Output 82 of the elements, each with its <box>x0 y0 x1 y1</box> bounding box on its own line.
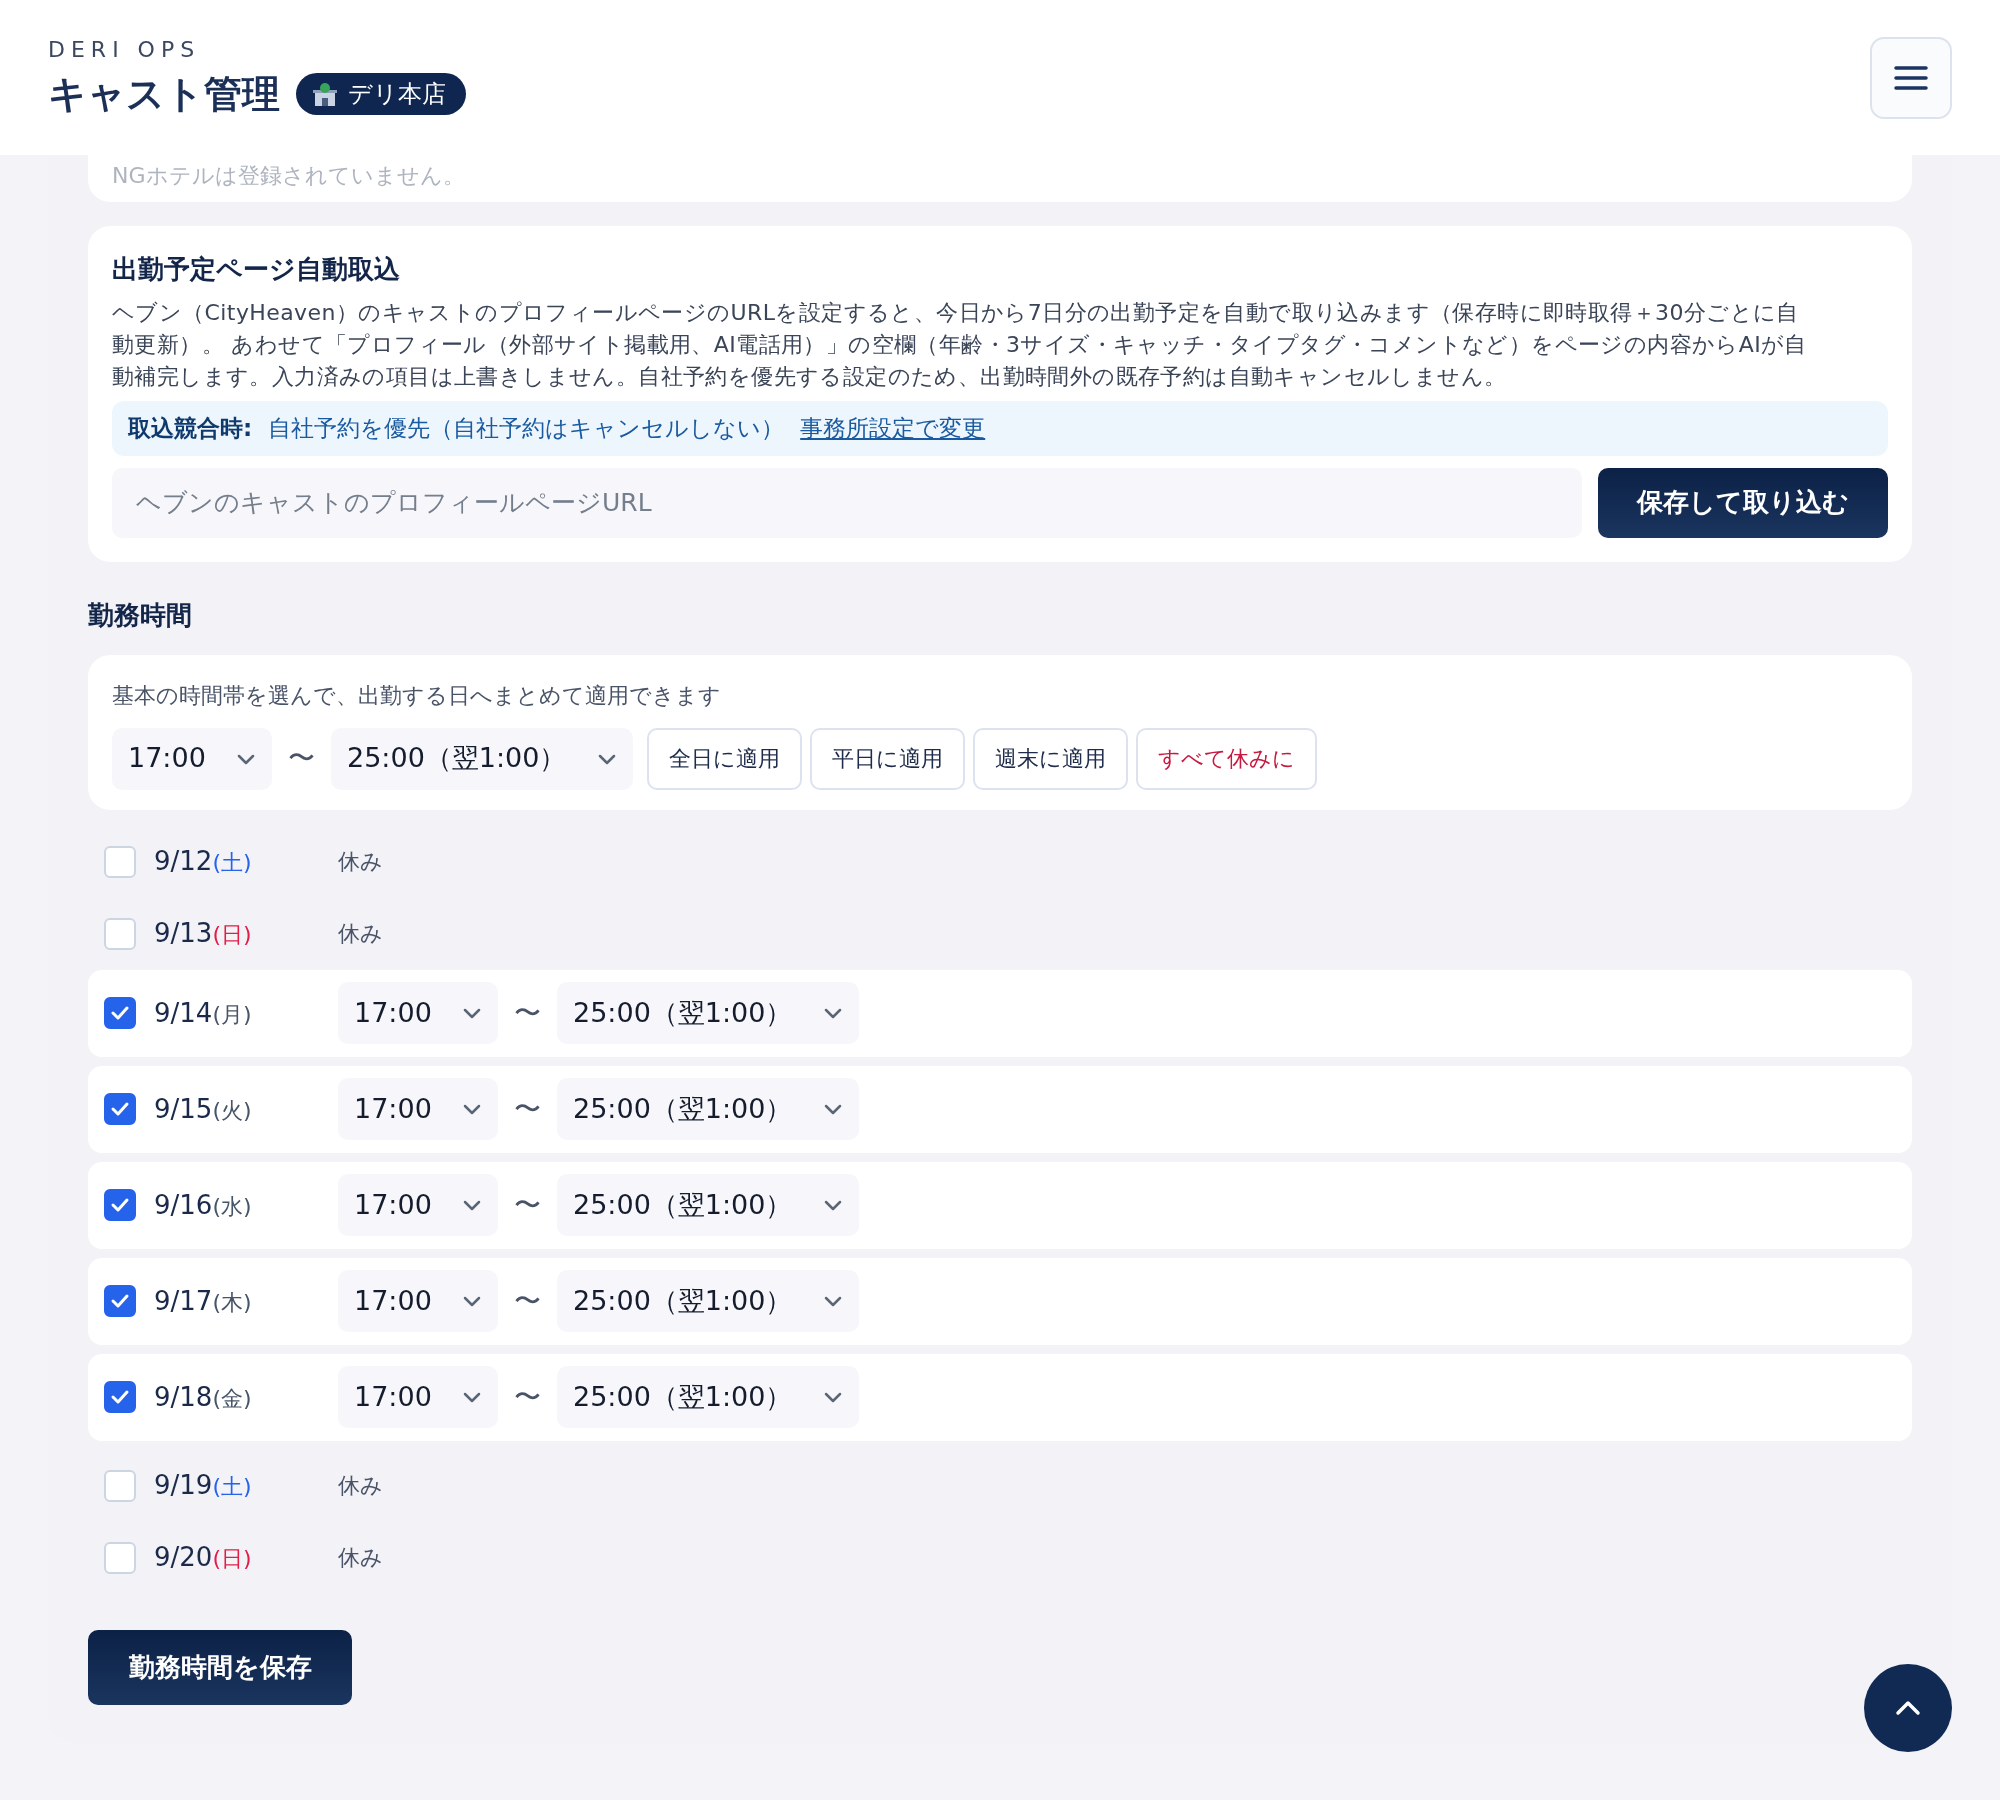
day-off-label: 休み <box>338 920 383 948</box>
end-time-select[interactable]: 25:00（翌1:00） <box>557 1174 859 1236</box>
apply-button[interactable]: すべて休みに <box>1136 727 1317 790</box>
day-off-label: 休み <box>338 1544 383 1572</box>
day-date: 9/12 <box>154 846 213 876</box>
day-date: 9/20 <box>154 1542 213 1572</box>
end-time-select[interactable]: 25:00（翌1:00） <box>557 1078 859 1140</box>
range-separator: 〜 <box>513 995 542 1030</box>
day-date: 9/18 <box>154 1381 213 1412</box>
info-label: 取込競合時: <box>128 414 253 443</box>
chevron-down-icon <box>823 1198 843 1212</box>
day-date: 9/15 <box>154 1093 213 1124</box>
store-icon <box>312 81 338 107</box>
check-icon <box>110 1004 130 1022</box>
day-off-label: 休み <box>338 848 383 876</box>
chevron-down-icon <box>462 1006 482 1020</box>
end-time-select[interactable]: 25:00（翌1:00） <box>557 1366 859 1428</box>
range-separator: 〜 <box>513 1091 542 1126</box>
chevron-down-icon <box>462 1390 482 1404</box>
menu-icon <box>1894 64 1928 91</box>
chevron-down-icon <box>462 1198 482 1212</box>
check-icon <box>110 1292 130 1310</box>
range-separator: 〜 <box>513 1283 542 1318</box>
start-time-select[interactable]: 17:00 <box>338 1270 498 1332</box>
page-title: キャスト管理 <box>48 70 280 118</box>
day-date: 9/17 <box>154 1285 213 1316</box>
day-checkbox[interactable] <box>104 1093 136 1125</box>
weekday-label: (日) <box>212 922 252 947</box>
end-time-select[interactable]: 25:00（翌1:00） <box>557 1270 859 1332</box>
card-title: 出勤予定ページ自動取込 <box>112 253 401 286</box>
day-date: 9/16 <box>154 1189 213 1220</box>
weekday-label: (月) <box>212 1001 252 1027</box>
day-checkbox[interactable] <box>104 1285 136 1317</box>
weekday-label: (火) <box>212 1097 252 1123</box>
start-time-select[interactable]: 17:00 <box>338 1366 498 1428</box>
chevron-down-icon <box>823 1102 843 1116</box>
save-hours-button[interactable]: 勤務時間を保存 <box>88 1629 352 1705</box>
apply-button[interactable]: 平日に適用 <box>810 727 965 790</box>
check-icon <box>110 1100 130 1118</box>
empty-state-text: NGホテルは登録されていません。 <box>112 162 466 190</box>
weekday-label: (水) <box>212 1193 252 1219</box>
chevron-down-icon <box>462 1102 482 1116</box>
range-separator: 〜 <box>287 741 316 776</box>
url-input-field[interactable]: ヘブンのキャストのプロフィールページURL <box>112 467 1582 538</box>
description-text: ヘブン（CityHeaven）のキャストのプロフィールページのURLを設定すると、今日から7日分の出勤予定を自動で取り込みます（保存時に即時取得＋30分ごとに自動更新）。 あわせて「プロフィール（外部サイト掲載用、AI電話用）」の空欄（年齢・3サイズ・キャッチ・タイプタグ・コメントなど）をページの内容からAIが自動補完します。入力済みの項目は上書きしません。自社予約を優先する設定のため、出勤時間外の既存予約は自動キャンセルしません。 <box>112 299 1808 391</box>
info-value: 自社予約を優先（自社予約はキャンセルしない） <box>268 414 785 443</box>
range-separator: 〜 <box>513 1379 542 1414</box>
weekday-label: (日) <box>212 1546 252 1571</box>
settings-link[interactable]: 事務所設定で変更 <box>800 411 986 446</box>
end-time-select[interactable]: 25:00（翌1:00） <box>331 727 633 790</box>
weekday-label: (土) <box>212 1474 252 1499</box>
day-checkbox[interactable] <box>104 997 136 1029</box>
day-checkbox[interactable] <box>104 1381 136 1413</box>
chevron-down-icon <box>823 1294 843 1308</box>
chevron-up-icon <box>1895 1700 1921 1716</box>
chevron-down-icon <box>823 1390 843 1404</box>
apply-button[interactable]: 週末に適用 <box>973 727 1128 790</box>
weekday-label: (木) <box>212 1289 252 1315</box>
weekday-label: (土) <box>212 850 252 875</box>
range-separator: 〜 <box>513 1187 542 1222</box>
day-date: 9/13 <box>154 918 213 948</box>
brand-name: DERI OPS <box>48 35 202 64</box>
day-date: 9/19 <box>154 1470 213 1500</box>
day-off-label: 休み <box>338 1472 383 1500</box>
start-time-select[interactable]: 17:00 <box>338 1174 498 1236</box>
start-time-select[interactable]: 17:00 <box>338 982 498 1044</box>
save-import-button[interactable]: 保存して取り込む <box>1598 467 1888 538</box>
chevron-down-icon <box>462 1294 482 1308</box>
menu-button[interactable] <box>1870 36 1952 119</box>
chevron-down-icon <box>823 1006 843 1020</box>
check-icon <box>110 1196 130 1214</box>
check-icon <box>110 1388 130 1406</box>
apply-button[interactable]: 全日に適用 <box>647 727 802 790</box>
start-time-select[interactable]: 17:00 <box>112 727 272 790</box>
hint-text: 基本の時間帯を選んで、出勤する日へまとめて適用できます <box>112 681 722 710</box>
section-heading: 勤務時間 <box>88 598 193 632</box>
end-time-select[interactable]: 25:00（翌1:00） <box>557 982 859 1044</box>
day-checkbox[interactable] <box>104 1189 136 1221</box>
start-time-select[interactable]: 17:00 <box>338 1078 498 1140</box>
day-date: 9/14 <box>154 997 213 1028</box>
store-badge: デリ本店 <box>296 73 466 115</box>
weekday-label: (金) <box>212 1385 252 1411</box>
